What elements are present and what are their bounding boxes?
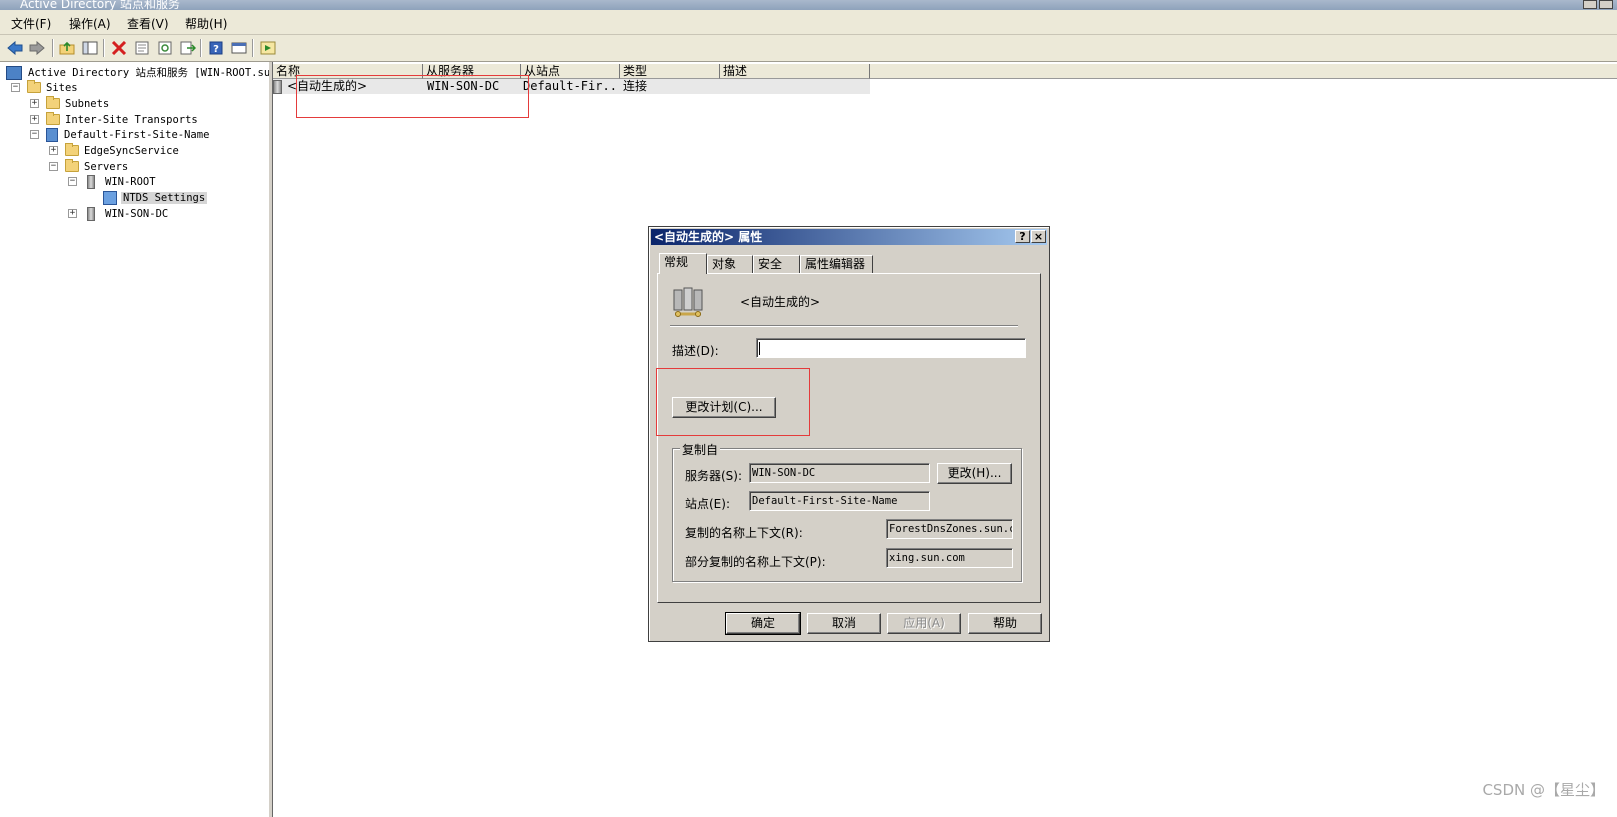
tree-item-sites[interactable]: − Sites xyxy=(11,80,78,95)
collapse-icon[interactable]: − xyxy=(30,130,39,139)
dialog-help-button[interactable]: ? xyxy=(1015,230,1030,243)
collapse-icon[interactable]: − xyxy=(49,162,58,171)
tab-security[interactable]: 安全 xyxy=(753,255,800,273)
window-title-bar: Active Directory 站点和服务 xyxy=(0,0,1617,10)
svg-text:?: ? xyxy=(213,44,219,55)
replicate-from-group: 复制自 服务器(S): WIN-SON-DC 更改(H)... 站点(E): D… xyxy=(672,441,1022,582)
tree-item-win-son-dc[interactable]: + WIN-SON-DC xyxy=(68,206,168,221)
window-title: Active Directory 站点和服务 xyxy=(20,0,181,10)
tree-item-win-root[interactable]: − WIN-ROOT xyxy=(68,174,156,189)
collapse-icon[interactable]: − xyxy=(11,83,20,92)
server-icon xyxy=(87,206,95,221)
column-header-from-site[interactable]: 从站点 xyxy=(521,64,620,79)
cell-description xyxy=(723,79,863,94)
expand-icon[interactable]: + xyxy=(49,146,58,155)
expand-icon[interactable]: + xyxy=(30,115,39,124)
tree-item-edgesync[interactable]: + EdgeSyncService xyxy=(49,143,179,158)
collapse-icon[interactable]: − xyxy=(68,177,77,186)
up-folder-icon[interactable] xyxy=(58,39,75,56)
cancel-button[interactable]: 取消 xyxy=(807,613,881,634)
expand-icon[interactable]: + xyxy=(68,209,77,218)
tree-item-ntds-settings[interactable]: NTDS Settings xyxy=(103,190,208,205)
minimize-button[interactable] xyxy=(1583,0,1597,9)
menu-bar: 文件(F) 操作(A) 查看(V) 帮助(H) xyxy=(0,10,1617,35)
cell-type: 连接 xyxy=(623,79,648,93)
separator xyxy=(670,325,1018,327)
toolbar: ? xyxy=(0,35,1617,62)
naming-context-label: 复制的名称上下文(R): xyxy=(685,526,803,540)
dialog-title-bar: <自动生成的> 属性 ? × xyxy=(651,229,1047,245)
tab-general[interactable]: 常规 xyxy=(659,253,707,274)
column-header-type[interactable]: 类型 xyxy=(620,64,720,79)
server-label: 服务器(S): xyxy=(685,469,743,483)
server-icon xyxy=(87,174,95,189)
watermark: CSDN @【星尘】 xyxy=(1482,781,1605,799)
menu-action[interactable]: 操作(A) xyxy=(69,15,111,32)
folder-icon xyxy=(65,143,79,156)
tab-panel-general: <自动生成的> 描述(D): 更改计划(C)... 复制自 服务器(S): WI… xyxy=(657,273,1041,603)
description-input[interactable] xyxy=(756,338,1026,358)
console-tree[interactable]: Active Directory 站点和服务 [WIN-ROOT.su − Si… xyxy=(0,62,270,817)
folder-icon xyxy=(65,159,79,172)
tab-object[interactable]: 对象 xyxy=(707,255,753,273)
dialog-title: <自动生成的> 属性 xyxy=(654,230,763,244)
forward-icon[interactable] xyxy=(28,39,45,56)
show-tree-icon[interactable] xyxy=(81,39,98,56)
naming-context-field: ForestDnsZones.sun.co xyxy=(886,519,1013,539)
active-directory-icon xyxy=(6,65,22,80)
help-icon[interactable]: ? xyxy=(207,39,224,56)
delete-icon[interactable] xyxy=(110,39,127,56)
tree-item-default-site[interactable]: − Default-First-Site-Name xyxy=(30,127,209,142)
object-name: <自动生成的> xyxy=(740,295,821,309)
tree-item-subnets[interactable]: + Subnets xyxy=(30,96,109,111)
menu-file[interactable]: 文件(F) xyxy=(11,15,51,32)
partial-naming-context-label: 部分复制的名称上下文(P): xyxy=(685,555,826,569)
dialog-close-button[interactable]: × xyxy=(1031,230,1046,243)
tab-attribute-editor[interactable]: 属性编辑器 xyxy=(800,255,873,273)
expand-icon[interactable]: + xyxy=(30,99,39,108)
highlight-box-schedule xyxy=(656,368,810,436)
tree-item-inter-site-transports[interactable]: + Inter-Site Transports xyxy=(30,112,198,127)
column-header-filler xyxy=(870,64,1617,79)
help-button[interactable]: 帮助 xyxy=(968,613,1042,634)
folder-icon xyxy=(27,80,41,93)
server-field: WIN-SON-DC xyxy=(749,463,930,483)
back-icon[interactable] xyxy=(6,39,23,56)
cell-from-site: Default-Fir... xyxy=(523,79,618,93)
refresh-icon[interactable] xyxy=(156,39,173,56)
export-icon[interactable] xyxy=(179,39,196,56)
folder-icon xyxy=(46,96,60,109)
ok-button[interactable]: 确定 xyxy=(725,612,801,635)
tree-item-servers[interactable]: − Servers xyxy=(49,159,128,174)
tree-root[interactable]: Active Directory 站点和服务 [WIN-ROOT.su xyxy=(6,65,269,80)
highlight-box-connection xyxy=(296,75,529,118)
maximize-button[interactable] xyxy=(1599,0,1613,9)
change-server-button[interactable]: 更改(H)... xyxy=(937,463,1012,484)
column-header-description[interactable]: 描述 xyxy=(720,64,870,79)
apply-button[interactable]: 应用(A) xyxy=(887,613,961,634)
properties-icon[interactable] xyxy=(133,39,150,56)
connection-object-icon xyxy=(672,286,704,321)
ntds-settings-icon xyxy=(103,190,117,205)
run-icon[interactable] xyxy=(259,39,276,56)
folder-icon xyxy=(46,112,60,125)
site-icon xyxy=(46,127,58,142)
site-label: 站点(E): xyxy=(685,497,730,511)
description-label: 描述(D): xyxy=(672,344,719,358)
group-title: 复制自 xyxy=(680,441,721,458)
site-field: Default-First-Site-Name xyxy=(749,491,930,511)
partial-naming-context-field: xing.sun.com xyxy=(886,548,1013,568)
menu-help[interactable]: 帮助(H) xyxy=(185,15,227,32)
menu-view[interactable]: 查看(V) xyxy=(127,15,169,32)
view-icon[interactable] xyxy=(230,39,247,56)
